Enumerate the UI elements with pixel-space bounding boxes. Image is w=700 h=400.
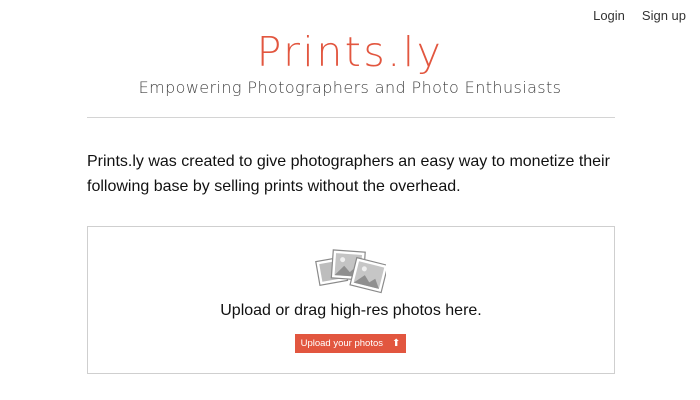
upload-button-label: Upload your photos xyxy=(300,338,383,349)
upload-dropzone[interactable]: Upload or drag high-res photos here. Upl… xyxy=(87,226,615,374)
brand-tagline: Empowering Photographers and Photo Enthu… xyxy=(138,78,562,97)
photos-icon xyxy=(315,249,386,294)
brand-title: Prints.ly xyxy=(256,28,444,76)
arrow-up-icon: ⬆ xyxy=(392,337,401,349)
signup-link[interactable]: Sign up xyxy=(642,8,686,23)
login-link[interactable]: Login xyxy=(593,8,625,23)
header-divider xyxy=(87,117,615,118)
upload-prompt: Upload or drag high-res photos here. xyxy=(220,302,482,319)
upload-photos-button[interactable]: Upload your photos ⬆ xyxy=(295,334,406,353)
intro-text: Prints.ly was created to give photograph… xyxy=(87,153,610,195)
top-nav: Login Sign up xyxy=(593,8,686,23)
